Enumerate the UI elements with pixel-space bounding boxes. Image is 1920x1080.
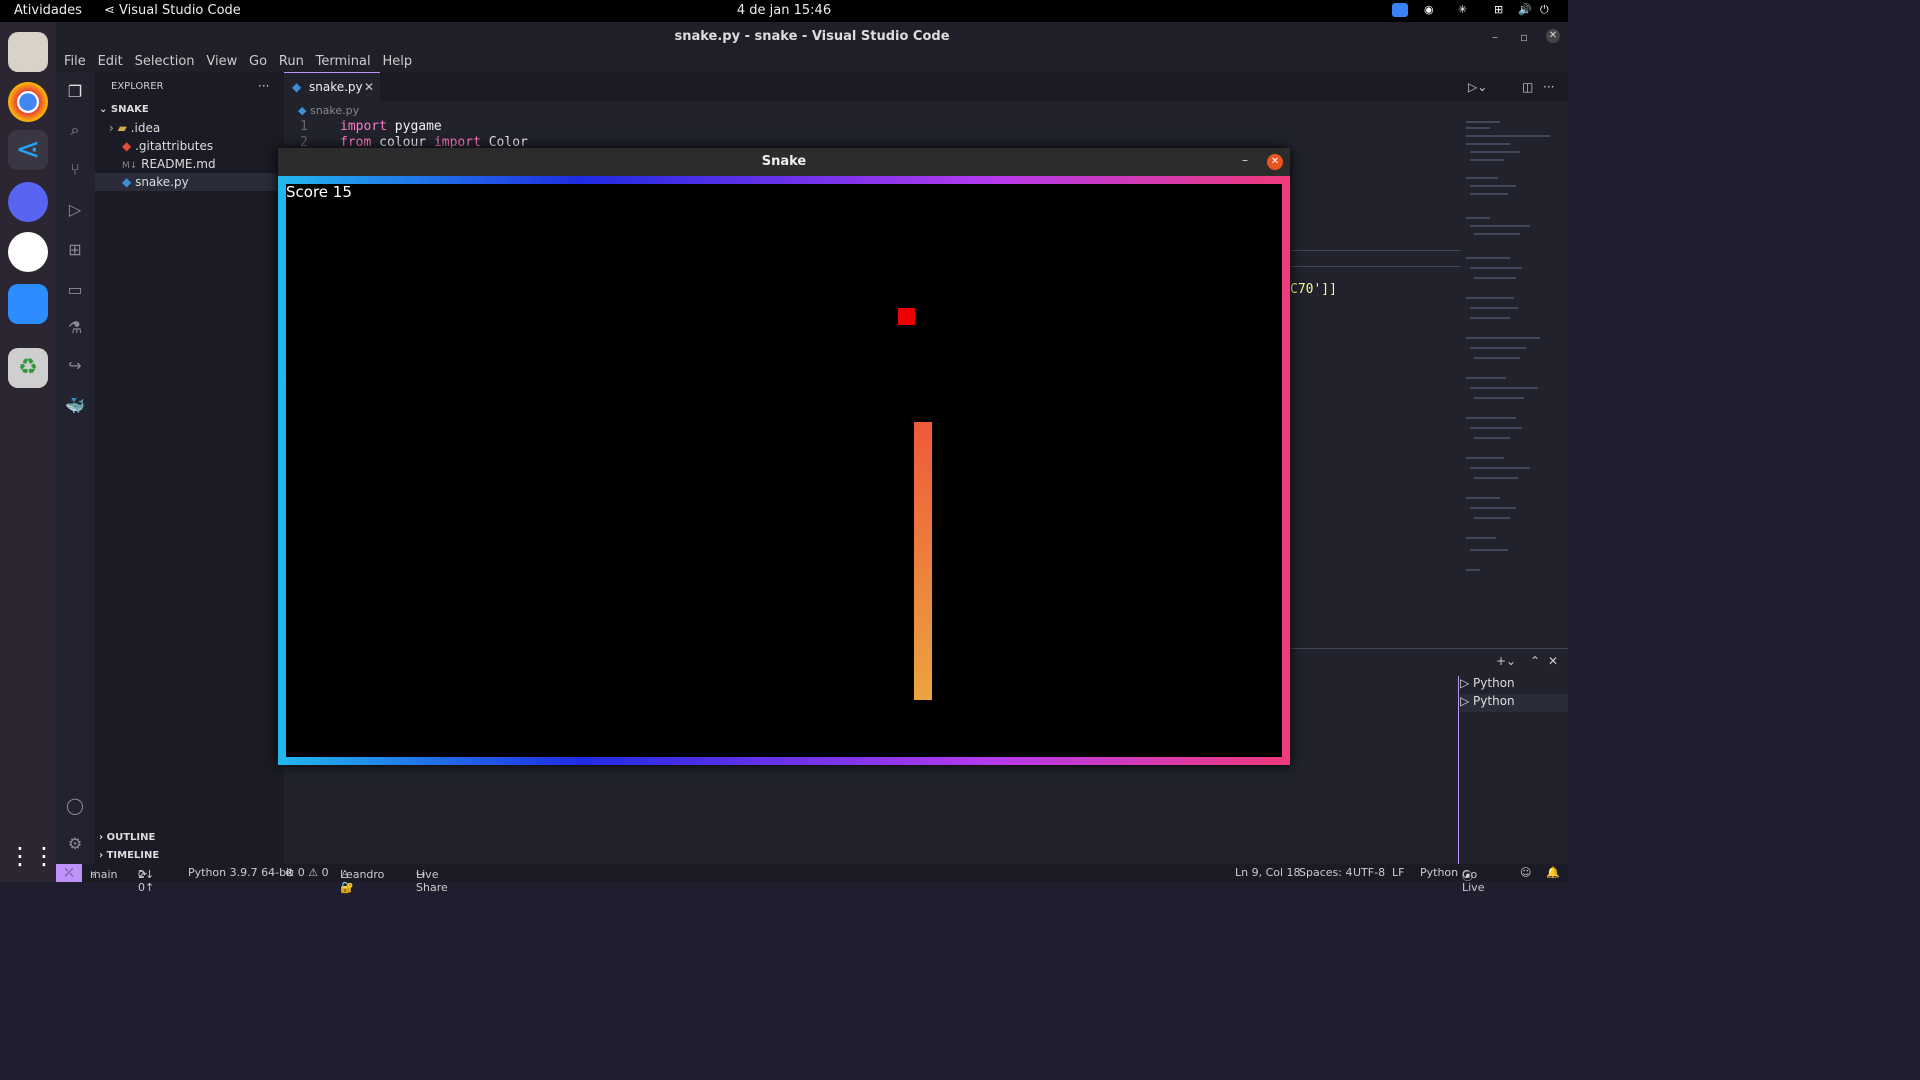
explorer-header: EXPLORER — [111, 81, 164, 92]
explorer-icon[interactable]: ❐ — [64, 82, 86, 104]
snake-close-icon[interactable]: ✕ — [1267, 154, 1283, 170]
extensions-icon[interactable]: ⊞ — [64, 240, 86, 262]
game-canvas[interactable] — [286, 184, 1282, 757]
breadcrumb[interactable]: ◆ snake.py — [298, 104, 359, 117]
snake-window-titlebar: Snake — [278, 148, 1290, 176]
snake-body — [914, 422, 932, 700]
notifications-bell-icon[interactable]: 🔔 — [1546, 866, 1560, 879]
outline-section[interactable]: › OUTLINE — [99, 832, 155, 843]
vscode-app-icon[interactable]: ⋖ — [8, 130, 48, 170]
remote-indicator[interactable]: ⤫ — [56, 864, 82, 882]
run-file-icon[interactable]: ▷⌄ — [1468, 80, 1487, 94]
file-item-snake-py[interactable]: ◆ snake.py — [95, 173, 284, 191]
explorer-more-button[interactable]: ··· — [258, 79, 269, 93]
cursor-position[interactable]: Ln 9, Col 18 — [1235, 866, 1301, 879]
trash-icon[interactable]: ♻ — [8, 348, 48, 388]
python-file-icon: ◆ — [122, 175, 132, 189]
menu-edit[interactable]: Edit — [98, 52, 123, 72]
close-panel-icon[interactable]: ✕ — [1548, 654, 1558, 668]
run-debug-icon[interactable]: ▷ — [64, 200, 86, 222]
score-label: Score 15 — [286, 183, 352, 201]
terminal-list-item[interactable]: ▷ Python — [1460, 676, 1568, 694]
minimap[interactable] — [1460, 118, 1556, 578]
testing-icon[interactable]: ⚗ — [64, 318, 86, 340]
minimize-icon[interactable]: – — [1492, 30, 1498, 44]
feedback-icon[interactable]: ☺ — [1520, 866, 1531, 879]
file-item-idea[interactable]: › ▰ .idea — [109, 119, 284, 137]
tab-snake-py[interactable]: ◆ snake.py ✕ — [284, 72, 380, 102]
file-item-readme[interactable]: M↓ README.md — [122, 155, 284, 173]
terminal-icon: ▷ — [1460, 676, 1474, 690]
discord-app-icon[interactable] — [8, 182, 48, 222]
live-share-icon[interactable]: ↪ — [64, 356, 86, 378]
close-icon[interactable]: ✕ — [1546, 29, 1560, 43]
encoding[interactable]: UTF-8 — [1353, 866, 1385, 879]
menu-help[interactable]: Help — [382, 52, 412, 72]
chevron-right-icon: › — [109, 121, 114, 135]
food-item — [898, 308, 915, 325]
volume-icon[interactable]: 🔊 — [1518, 3, 1534, 17]
problems-indicator[interactable]: ⊗ 0 ⚠ 0 — [285, 866, 329, 879]
code-snippet-visible: C70']] — [1290, 282, 1337, 297]
status-bar: ⤫ ⑂ main ⟳ 2↓ 0↑ Python 3.9.7 64-bit ⊗ 0… — [56, 864, 1568, 894]
language-mode[interactable]: Python — [1420, 866, 1458, 879]
remote-explorer-icon[interactable]: ▭ — [64, 280, 86, 302]
menu-go[interactable]: Go — [249, 52, 267, 72]
tab-close-icon[interactable]: ✕ — [364, 80, 374, 94]
python-file-icon: ◆ — [298, 104, 310, 117]
slack-app-icon[interactable] — [8, 232, 48, 272]
folder-root[interactable]: ⌄ SNAKE — [99, 104, 149, 115]
terminal-list-divider — [1458, 676, 1459, 864]
python-file-icon: ◆ — [292, 80, 302, 94]
menu-run[interactable]: Run — [279, 52, 304, 72]
code-divider — [1290, 266, 1460, 267]
code-divider — [1290, 250, 1460, 251]
network-icon[interactable]: ⊞ — [1494, 3, 1510, 17]
slack-tray-icon[interactable]: ✳ — [1458, 3, 1474, 17]
menu-terminal[interactable]: Terminal — [316, 52, 371, 72]
menu-view[interactable]: View — [206, 52, 237, 72]
python-interpreter[interactable]: Python 3.9.7 64-bit — [188, 866, 293, 879]
terminal-list-item[interactable]: ▷ Python — [1460, 694, 1568, 712]
source-control-icon[interactable]: ⑂ — [64, 160, 86, 182]
search-icon[interactable]: ⌕ — [64, 120, 86, 142]
code-line-1[interactable]: 1 import pygame — [300, 119, 442, 134]
show-apps-icon[interactable]: ⋮⋮ — [8, 836, 56, 876]
editor-tab-bar — [284, 72, 1568, 102]
markdown-file-icon: M↓ — [122, 161, 138, 171]
menu-bar: File Edit Selection View Go Run Terminal… — [56, 52, 1568, 72]
settings-gear-icon[interactable]: ⚙ — [64, 834, 86, 856]
new-terminal-icon[interactable]: +⌄ — [1496, 654, 1516, 668]
editor-more-icon[interactable]: ··· — [1543, 80, 1554, 94]
chrome-app-icon[interactable] — [8, 82, 48, 122]
timeline-section[interactable]: › TIMELINE — [99, 850, 159, 861]
folder-icon: ▰ — [117, 121, 127, 135]
terminal-icon: ▷ — [1460, 694, 1474, 708]
zoom-app-icon[interactable] — [8, 284, 48, 324]
docker-icon[interactable]: 🐳 — [64, 396, 86, 418]
code-line-2[interactable]: 2 from colour import Color — [300, 135, 528, 148]
clock[interactable]: 4 de jan 15:46 — [0, 3, 1568, 18]
menu-file[interactable]: File — [64, 52, 86, 72]
file-item-gitattributes[interactable]: ◆ .gitattributes — [122, 137, 284, 155]
discord-tray-icon[interactable]: ◉ — [1424, 3, 1440, 17]
git-file-icon: ◆ — [122, 139, 132, 153]
indentation[interactable]: Spaces: 4 — [1299, 866, 1352, 879]
end-of-line[interactable]: LF — [1392, 866, 1404, 879]
menu-selection[interactable]: Selection — [135, 52, 195, 72]
snake-minimize-icon[interactable]: – — [1242, 153, 1248, 167]
split-editor-icon[interactable]: ◫ — [1522, 80, 1533, 94]
zoom-tray-icon[interactable] — [1392, 3, 1408, 17]
maximize-icon[interactable]: ▫ — [1520, 30, 1528, 44]
window-titlebar: snake.py - snake - Visual Studio Code — [56, 22, 1568, 52]
maximize-panel-icon[interactable]: ⌃ — [1530, 654, 1540, 668]
files-app-icon[interactable] — [8, 32, 48, 72]
system-top-bar: Atividades ⋖ Visual Studio Code 4 de jan… — [0, 0, 1568, 22]
power-icon[interactable]: ⏻ — [1540, 3, 1556, 17]
accounts-icon[interactable]: ◯ — [64, 796, 86, 818]
activity-bar — [56, 72, 95, 864]
